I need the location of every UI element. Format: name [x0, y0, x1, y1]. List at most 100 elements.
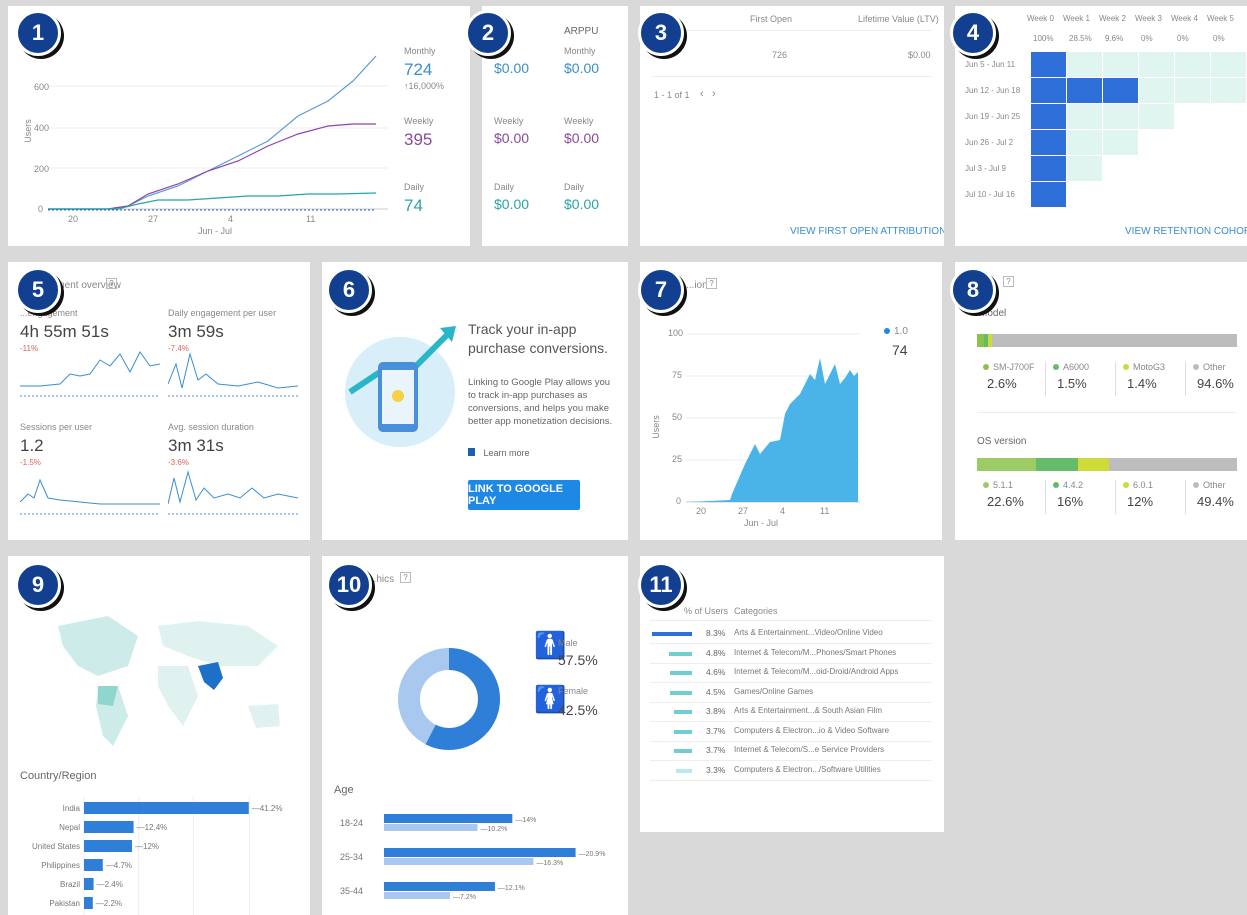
legend-dot	[884, 328, 890, 334]
link-google-play-button[interactable]: LINK TO GOOGLE PLAY	[468, 480, 580, 510]
cohort-row-label: Jun 12 - Jun 18	[965, 86, 1021, 95]
legend-divider	[1115, 362, 1116, 396]
app-version-chart	[686, 333, 860, 503]
legend-dot	[983, 364, 989, 370]
os-segment	[1078, 458, 1109, 471]
age-male-value: —14%	[515, 817, 536, 824]
interest-bar	[652, 632, 692, 636]
legend-pct: 94.6%	[1197, 376, 1234, 391]
badge-11: 11	[638, 562, 684, 608]
y-tick: 600	[34, 82, 50, 92]
legend-pct: 22.6%	[987, 494, 1024, 509]
interest-bar	[676, 768, 692, 773]
legend-pct: 16%	[1057, 494, 1084, 509]
help-icon[interactable]: ?	[106, 278, 117, 289]
legend-dot	[1053, 364, 1059, 370]
retention-cell	[1103, 78, 1138, 104]
y-tick: 200	[34, 164, 50, 174]
row-divider	[650, 682, 932, 683]
ltv-value: $0.00	[908, 50, 931, 60]
y-tick: 0	[676, 496, 682, 506]
retention-cell	[1103, 104, 1138, 130]
country-value: —2.2%	[96, 899, 122, 908]
y-tick: 0	[38, 204, 44, 214]
weekly-label: Weekly	[404, 116, 434, 126]
female-label: Female	[558, 686, 589, 696]
sparkline	[168, 352, 298, 397]
weekly-value: 395	[404, 130, 433, 149]
country-bar	[84, 802, 249, 814]
y-tick: 25	[672, 454, 683, 464]
interest-category: Arts & Entertainment...& South Asian Fil…	[734, 706, 883, 715]
retention-cell	[1031, 182, 1066, 208]
week-header: Week 0	[1027, 14, 1054, 23]
interest-bar	[668, 651, 692, 656]
legend-pct: 2.6%	[987, 376, 1017, 391]
legend-value: 74	[892, 342, 908, 358]
help-icon[interactable]: ?	[400, 572, 411, 583]
female-pct: 42.5%	[558, 702, 598, 718]
ltv-header: Lifetime Value (LTV)	[858, 14, 939, 24]
interest-category: Computers & Electron.../Software Utiliti…	[734, 764, 881, 774]
view-first-open-link[interactable]: VIEW FIRST OPEN ATTRIBUTION ➔	[790, 222, 944, 238]
badge-5: 5	[15, 267, 61, 313]
pager-prev-icon[interactable]: ‹	[700, 88, 704, 100]
metric-label: Avg. session duration	[168, 422, 254, 432]
badge-8: 8	[950, 267, 996, 313]
demographics-card: ...hics ? 🚹 Male 57.5% 🚺 Female 42.5% Ag…	[322, 556, 628, 915]
cohort-row-label: Jul 10 - Jul 16	[965, 190, 1015, 199]
daily-line	[48, 192, 377, 210]
app-version-card: ...ion ? 100 75 50 25 0 Users 20 27 4 11…	[640, 262, 942, 540]
interest-pct: 4.5%	[706, 686, 726, 697]
daily-value: 74	[404, 196, 423, 215]
retention-cell	[1067, 156, 1102, 182]
legend-item: 1.0	[884, 326, 908, 337]
legend-label: A6000	[1063, 362, 1090, 372]
header-divider	[650, 620, 932, 621]
retention-cell	[1067, 104, 1102, 130]
pct-users-header: % of Users	[684, 606, 729, 616]
first-open-card: First Open Lifetime Value (LTV) 726 $0.0…	[640, 6, 944, 246]
y-tick: 75	[672, 370, 683, 380]
monthly-change: ↑16,000%	[404, 81, 445, 91]
model-bar	[977, 334, 1237, 347]
row-divider	[650, 643, 932, 644]
country-value: —12.4%	[137, 823, 168, 832]
age-male-value: —12.1%	[498, 885, 525, 892]
arpu-weekly-value: $0.00	[494, 130, 530, 146]
male-label: Male	[558, 638, 578, 648]
age-male-bar	[384, 848, 576, 857]
country-name: Brazil	[60, 880, 80, 889]
interest-pct: 3.8%	[706, 706, 726, 716]
legend-label: 1.0	[894, 326, 908, 337]
interest-pct: 8.3%	[706, 628, 726, 638]
arppu-daily-value: $0.00	[564, 196, 600, 212]
legend-dot	[1123, 482, 1129, 488]
arpu-weekly-label: Weekly	[494, 116, 524, 126]
learn-more-link[interactable]: Learn more	[468, 448, 530, 458]
devices-card: ? Model SM-J700F 2.6% A6000 1.5% MotoG3 1.4% O…	[955, 262, 1247, 540]
retention-cell	[1139, 104, 1174, 130]
view-retention-link[interactable]: VIEW RETENTION COHORT ➔	[1125, 222, 1247, 238]
os-segment	[977, 458, 1036, 471]
x-tick: 20	[68, 214, 79, 224]
help-icon[interactable]: ?	[706, 278, 717, 289]
age-range: 25-34	[340, 852, 363, 862]
monthly-line	[48, 55, 377, 210]
country-bar	[84, 821, 134, 833]
male-pct: 57.5%	[558, 652, 598, 668]
pager-next-icon[interactable]: ›	[712, 88, 716, 100]
legend-item: Other	[1193, 480, 1226, 490]
gender-donut	[398, 648, 500, 750]
help-icon[interactable]: ?	[1003, 276, 1014, 287]
country-bar	[84, 878, 94, 890]
legend-item: MotoG3	[1123, 362, 1165, 372]
cohort-row-label: Jun 19 - Jun 25	[965, 112, 1021, 121]
active-users-chart	[48, 55, 388, 211]
badge-6: 6	[326, 267, 372, 313]
retention-cell	[1103, 52, 1138, 78]
os-title: OS version	[977, 436, 1027, 447]
x-tick: 4	[780, 506, 786, 516]
arppu-weekly-label: Weekly	[564, 116, 594, 126]
metric-label: Daily engagement per user	[168, 308, 277, 318]
